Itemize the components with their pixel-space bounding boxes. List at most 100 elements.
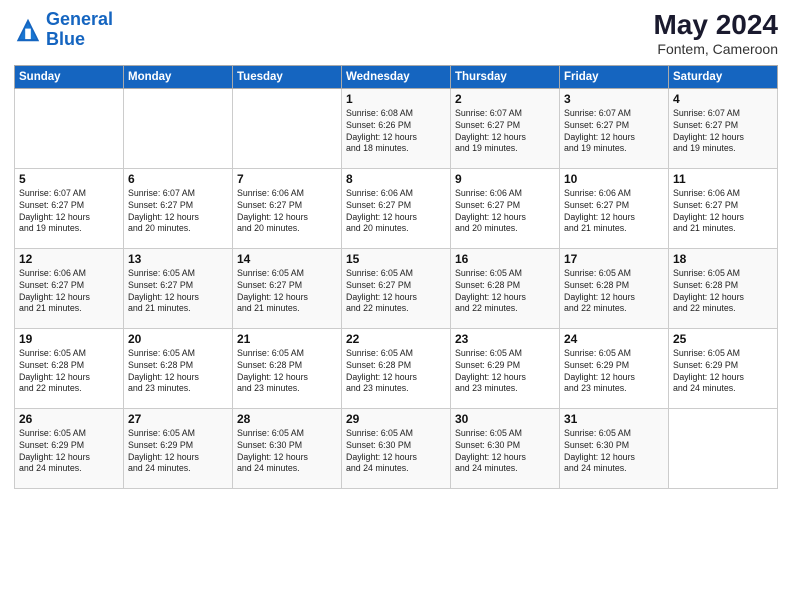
- day-number: 25: [673, 332, 773, 346]
- day-number: 7: [237, 172, 337, 186]
- cell-text-line: and 19 minutes.: [564, 143, 664, 155]
- calendar-cell: 14Sunrise: 6:05 AMSunset: 6:27 PMDayligh…: [233, 248, 342, 328]
- calendar-cell: 13Sunrise: 6:05 AMSunset: 6:27 PMDayligh…: [124, 248, 233, 328]
- cell-text-line: and 20 minutes.: [237, 223, 337, 235]
- day-number: 16: [455, 252, 555, 266]
- cell-text-line: and 22 minutes.: [346, 303, 446, 315]
- cell-text-line: and 23 minutes.: [128, 383, 228, 395]
- cell-text-line: Sunset: 6:27 PM: [455, 120, 555, 132]
- week-row-1: 5Sunrise: 6:07 AMSunset: 6:27 PMDaylight…: [15, 168, 778, 248]
- day-number: 2: [455, 92, 555, 106]
- calendar-cell: 2 Sunrise: 6:07 AMSunset: 6:27 PMDaylight…: [451, 88, 560, 168]
- cell-text-line: Sunrise: 6:05 AM: [19, 348, 119, 360]
- day-number: 18: [673, 252, 773, 266]
- cell-text-line: Daylight: 12 hours: [455, 212, 555, 224]
- calendar-cell: 15 Sunrise: 6:05 AMSunset: 6:27 PMDayligh…: [342, 248, 451, 328]
- cell-text-line: Daylight: 12 hours: [455, 372, 555, 384]
- weekday-header-row: SundayMondayTuesdayWednesdayThursdayFrid…: [15, 65, 778, 88]
- cell-text-line: Sunrise: 6:05 AM: [346, 268, 446, 280]
- cell-text-line: and 22 minutes.: [564, 303, 664, 315]
- cell-text-line: Sunrise: 6:08 AM: [346, 108, 446, 120]
- cell-text-line: and 19 minutes.: [455, 143, 555, 155]
- month-title: May 2024: [653, 10, 778, 41]
- cell-text-line: Sunset: 6:27 PM: [673, 120, 773, 132]
- cell-text-line: Sunrise: 6:05 AM: [455, 428, 555, 440]
- cell-text-line: and 24 minutes.: [346, 463, 446, 475]
- day-number: 13: [128, 252, 228, 266]
- calendar-cell: 1Sunrise: 6:08 AMSunset: 6:26 PMDaylight…: [342, 88, 451, 168]
- cell-text-line: and 23 minutes.: [237, 383, 337, 395]
- cell-text-line: and 24 minutes.: [673, 383, 773, 395]
- cell-text-line: Sunset: 6:27 PM: [673, 200, 773, 212]
- cell-text-line: Sunset: 6:27 PM: [19, 200, 119, 212]
- day-number: 15: [346, 252, 446, 266]
- cell-text-line: Sunset: 6:27 PM: [19, 280, 119, 292]
- cell-text-line: and 22 minutes.: [455, 303, 555, 315]
- cell-text-line: Daylight: 12 hours: [19, 372, 119, 384]
- day-number: 5: [19, 172, 119, 186]
- day-number: 28: [237, 412, 337, 426]
- cell-text-line: Sunset: 6:27 PM: [128, 200, 228, 212]
- cell-text-line: Sunset: 6:27 PM: [237, 200, 337, 212]
- cell-text-line: Daylight: 12 hours: [19, 212, 119, 224]
- cell-text-line: and 21 minutes.: [19, 303, 119, 315]
- cell-text-line: Sunset: 6:29 PM: [455, 360, 555, 372]
- cell-text-line: Sunset: 6:27 PM: [346, 280, 446, 292]
- cell-text-line: Daylight: 12 hours: [673, 212, 773, 224]
- cell-text-line: Daylight: 12 hours: [346, 292, 446, 304]
- day-number: 11: [673, 172, 773, 186]
- day-number: 30: [455, 412, 555, 426]
- cell-text-line: Daylight: 12 hours: [455, 132, 555, 144]
- cell-text-line: Daylight: 12 hours: [346, 212, 446, 224]
- calendar-cell: 12Sunrise: 6:06 AMSunset: 6:27 PMDayligh…: [15, 248, 124, 328]
- calendar-cell: 31Sunrise: 6:05 AMSunset: 6:30 PMDayligh…: [560, 408, 669, 488]
- cell-text-line: and 24 minutes.: [564, 463, 664, 475]
- cell-text-line: Daylight: 12 hours: [19, 292, 119, 304]
- week-row-3: 19 Sunrise: 6:05 AM Sunset: 6:28 PM Dayligh…: [15, 328, 778, 408]
- cell-text-line: Daylight: 12 hours: [673, 132, 773, 144]
- cell-text-line: Sunrise: 6:06 AM: [237, 188, 337, 200]
- weekday-header-wednesday: Wednesday: [342, 65, 451, 88]
- cell-text-line: and 22 minutes.: [673, 303, 773, 315]
- cell-text-line: Sunrise: 6:05 AM: [237, 348, 337, 360]
- day-number: 20: [128, 332, 228, 346]
- calendar-cell: 9Sunrise: 6:06 AMSunset: 6:27 PMDaylight…: [451, 168, 560, 248]
- day-number: 14: [237, 252, 337, 266]
- cell-text-line: Sunset: 6:27 PM: [237, 280, 337, 292]
- calendar-cell: 7Sunrise: 6:06 AMSunset: 6:27 PMDaylight…: [233, 168, 342, 248]
- cell-text-line: Sunset: 6:29 PM: [564, 360, 664, 372]
- cell-text-line: Daylight: 12 hours: [455, 452, 555, 464]
- cell-text-line: Sunrise: 6:05 AM: [564, 348, 664, 360]
- logo-text: General Blue: [46, 10, 113, 50]
- cell-text-line: Sunset: 6:28 PM: [564, 280, 664, 292]
- cell-text-line: Daylight: 12 hours: [564, 452, 664, 464]
- cell-text-line: Sunrise: 6:05 AM: [346, 428, 446, 440]
- cell-text-line: Daylight: 12 hours: [564, 132, 664, 144]
- logo-icon: [14, 16, 42, 44]
- cell-text-line: Sunrise: 6:05 AM: [128, 428, 228, 440]
- calendar-cell: 20Sunrise: 6:05 AMSunset: 6:28 PMDayligh…: [124, 328, 233, 408]
- weekday-header-tuesday: Tuesday: [233, 65, 342, 88]
- day-number: 22: [346, 332, 446, 346]
- cell-text-line: Daylight: 12 hours: [346, 372, 446, 384]
- weekday-header-saturday: Saturday: [669, 65, 778, 88]
- cell-text-line: Daylight: 12 hours: [19, 452, 119, 464]
- header: General Blue May 2024 Fontem, Cameroon: [14, 10, 778, 57]
- cell-text-line: Sunset: 6:29 PM: [19, 440, 119, 452]
- day-number: 19: [19, 332, 119, 346]
- calendar-cell: 3Sunrise: 6:07 AMSunset: 6:27 PMDaylight…: [560, 88, 669, 168]
- cell-text-line: and 19 minutes.: [19, 223, 119, 235]
- week-row-2: 12Sunrise: 6:06 AMSunset: 6:27 PMDayligh…: [15, 248, 778, 328]
- calendar-cell: [669, 408, 778, 488]
- cell-text-line: Sunrise: 6:05 AM: [564, 268, 664, 280]
- cell-text-line: Sunrise: 6:07 AM: [19, 188, 119, 200]
- calendar-cell: 11Sunrise: 6:06 AMSunset: 6:27 PMDayligh…: [669, 168, 778, 248]
- day-number: 17: [564, 252, 664, 266]
- calendar-cell: 23Sunrise: 6:05 AMSunset: 6:29 PMDayligh…: [451, 328, 560, 408]
- cell-text-line: Sunrise: 6:06 AM: [19, 268, 119, 280]
- cell-text-line: and 20 minutes.: [346, 223, 446, 235]
- calendar-cell: 22Sunrise: 6:05 AMSunset: 6:28 PMDayligh…: [342, 328, 451, 408]
- cell-text-line: Sunrise: 6:05 AM: [673, 268, 773, 280]
- cell-text-line: Sunset: 6:28 PM: [128, 360, 228, 372]
- cell-text-line: Sunrise: 6:07 AM: [455, 108, 555, 120]
